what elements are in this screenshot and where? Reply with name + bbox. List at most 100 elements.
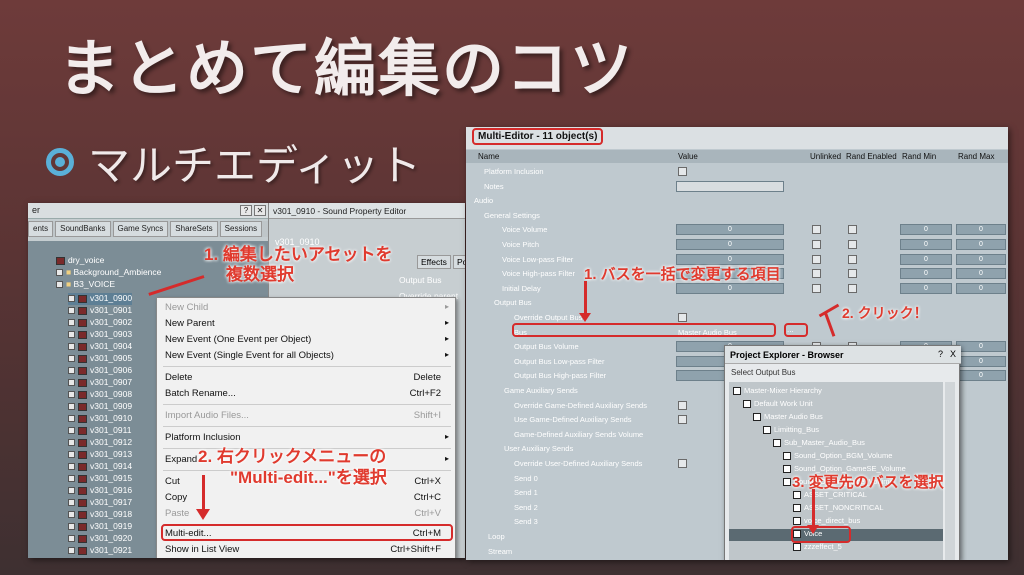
tree-sound-item[interactable]: v301_0916 — [68, 485, 132, 497]
tree-sound-item[interactable]: v301_0920 — [68, 533, 132, 545]
menu-batch-rename[interactable]: Batch Rename... Ctrl+F2 — [165, 388, 451, 402]
tree-sound-item[interactable]: v301_0921 — [68, 545, 132, 557]
tab-sharesets[interactable]: ShareSets — [170, 221, 218, 237]
rand-max-field[interactable]: 0 — [956, 341, 1006, 353]
close-icon[interactable]: X — [950, 349, 956, 359]
tree-node-master-bus[interactable]: Master Audio Bus — [753, 412, 823, 424]
help-icon[interactable]: ? — [938, 349, 943, 359]
override-checkbox[interactable] — [678, 459, 687, 468]
rand-checkbox[interactable] — [848, 283, 857, 293]
checkbox[interactable] — [68, 511, 75, 519]
tab-positioning[interactable]: Po — [453, 255, 465, 269]
checkbox[interactable] — [68, 535, 75, 543]
rand-checkbox[interactable] — [848, 269, 857, 279]
menu-platform-inclusion[interactable]: Platform Inclusion ▸ — [165, 432, 451, 446]
value-field[interactable]: 0 — [676, 282, 784, 294]
rand-min-field[interactable]: 0 — [900, 268, 952, 280]
expand-toggle[interactable] — [753, 413, 761, 422]
unlinked-checkbox[interactable] — [812, 283, 821, 293]
rand-min-field[interactable]: 0 — [900, 282, 952, 294]
col-rand-min[interactable]: Rand Min — [902, 152, 936, 161]
checkbox[interactable] — [68, 295, 75, 303]
tree-sound-item[interactable]: v301_0900 — [68, 293, 133, 305]
tree-sound-item[interactable]: v301_0912 — [68, 437, 132, 449]
tree-sound-item[interactable]: v301_0911 — [68, 425, 131, 437]
scrollbar[interactable] — [945, 382, 955, 560]
property-row-voice-volume[interactable]: Voice Volume 0 0 0 — [466, 223, 1008, 237]
tree-node-limiting[interactable]: Limitting_Bus — [763, 425, 819, 437]
col-value[interactable]: Value — [678, 152, 698, 161]
menu-import-audio[interactable]: Import Audio Files... Shift+I — [165, 410, 451, 424]
expand-toggle[interactable] — [783, 452, 791, 461]
property-row-audio[interactable]: Audio — [466, 194, 1008, 208]
menu-delete[interactable]: Delete Delete — [165, 372, 451, 386]
unlinked-checkbox[interactable] — [812, 240, 821, 249]
tab-effects[interactable]: Effects — [417, 255, 451, 269]
property-row-voice-pitch[interactable]: Voice Pitch 0 0 0 — [466, 238, 1008, 252]
unlinked-checkbox[interactable] — [812, 225, 821, 235]
checkbox[interactable] — [68, 307, 75, 315]
browse-button[interactable]: ... — [787, 325, 794, 334]
checkbox[interactable] — [68, 343, 75, 351]
expand-toggle[interactable] — [783, 465, 791, 474]
value-field[interactable]: 0 — [676, 224, 784, 236]
rand-max-field[interactable]: 0 — [956, 355, 1006, 367]
rand-checkbox[interactable] — [848, 254, 857, 264]
rand-checkbox[interactable] — [848, 225, 857, 235]
unlinked-checkbox[interactable] — [812, 269, 821, 279]
expand-toggle[interactable] — [773, 439, 781, 448]
tree-sound-item[interactable]: v301_0901 — [68, 305, 132, 317]
help-icon[interactable]: ? — [240, 205, 252, 216]
override-checkbox[interactable] — [678, 313, 687, 322]
col-rand-max[interactable]: Rand Max — [958, 152, 994, 161]
tree-sound-item[interactable]: v301_0919 — [68, 521, 132, 533]
menu-new-event-one[interactable]: New Event (One Event per Object) ▸ — [165, 334, 451, 348]
value-field[interactable]: 0 — [676, 239, 784, 250]
menu-copy[interactable]: Copy Ctrl+C — [165, 492, 451, 506]
expand-toggle[interactable] — [763, 426, 771, 435]
tree-background[interactable]: ■ Background_Ambience — [56, 267, 161, 279]
tree-node-zzz[interactable]: zzzeffect_5 — [793, 542, 842, 554]
tree-sound-item[interactable]: v301_0914 — [68, 461, 132, 473]
checkbox[interactable] — [68, 391, 75, 399]
checkbox[interactable] — [68, 319, 75, 327]
tree-node-sub-master[interactable]: Sub_Master_Audio_Bus — [773, 438, 865, 450]
rand-max-field[interactable]: 0 — [956, 253, 1006, 265]
tree-sound-item[interactable]: v301_0907 — [68, 377, 132, 389]
menu-new-child[interactable]: New Child ▸ — [165, 302, 451, 316]
checkbox[interactable] — [68, 439, 75, 447]
tree-sound-item[interactable]: v301_0915 — [68, 473, 132, 485]
rand-min-field[interactable]: 0 — [900, 253, 952, 265]
menu-new-event-single[interactable]: New Event (Single Event for all Objects)… — [165, 350, 451, 364]
rand-max-field[interactable]: 0 — [956, 268, 1006, 280]
expand-toggle[interactable] — [743, 400, 751, 409]
override-checkbox[interactable] — [678, 400, 687, 410]
checkbox[interactable] — [68, 427, 75, 435]
tree-sound-item[interactable]: v301_0918 — [68, 509, 132, 521]
col-name[interactable]: Name — [478, 152, 499, 161]
rand-min-field[interactable]: 0 — [900, 239, 952, 250]
platform-checkbox[interactable] — [678, 167, 687, 176]
rand-max-field[interactable]: 0 — [956, 282, 1006, 294]
tree-sound-item[interactable]: v301_0905 — [68, 353, 132, 365]
tree-node-work-unit[interactable]: Default Work Unit — [743, 399, 813, 411]
tree-folder[interactable]: ■ B3_VOICE — [56, 279, 115, 291]
checkbox[interactable] — [56, 281, 63, 289]
tab-events[interactable]: ents — [28, 221, 54, 237]
property-row-platform-inclusion[interactable]: Platform Inclusion — [466, 165, 1008, 179]
tree-sound-item[interactable]: v301_0913 — [68, 449, 132, 461]
checkbox[interactable] — [68, 475, 75, 483]
checkbox[interactable] — [68, 463, 75, 471]
tab-soundbanks[interactable]: SoundBanks — [55, 221, 111, 237]
tree-sound-item[interactable]: v301_0917 — [68, 497, 132, 509]
expand-toggle[interactable] — [733, 387, 741, 396]
tree-sound-item[interactable]: v301_0904 — [68, 341, 132, 353]
checkbox[interactable] — [68, 547, 75, 555]
rand-checkbox[interactable] — [848, 240, 857, 249]
tree-sound-item[interactable]: v301_0906 — [68, 365, 132, 377]
checkbox[interactable] — [68, 379, 75, 387]
col-rand-enabled[interactable]: Rand Enabled — [846, 152, 897, 161]
checkbox[interactable] — [68, 451, 75, 459]
checkbox[interactable] — [68, 415, 75, 423]
tree-node-noncritical[interactable]: ASSET_NONCRITICAL — [793, 503, 884, 515]
